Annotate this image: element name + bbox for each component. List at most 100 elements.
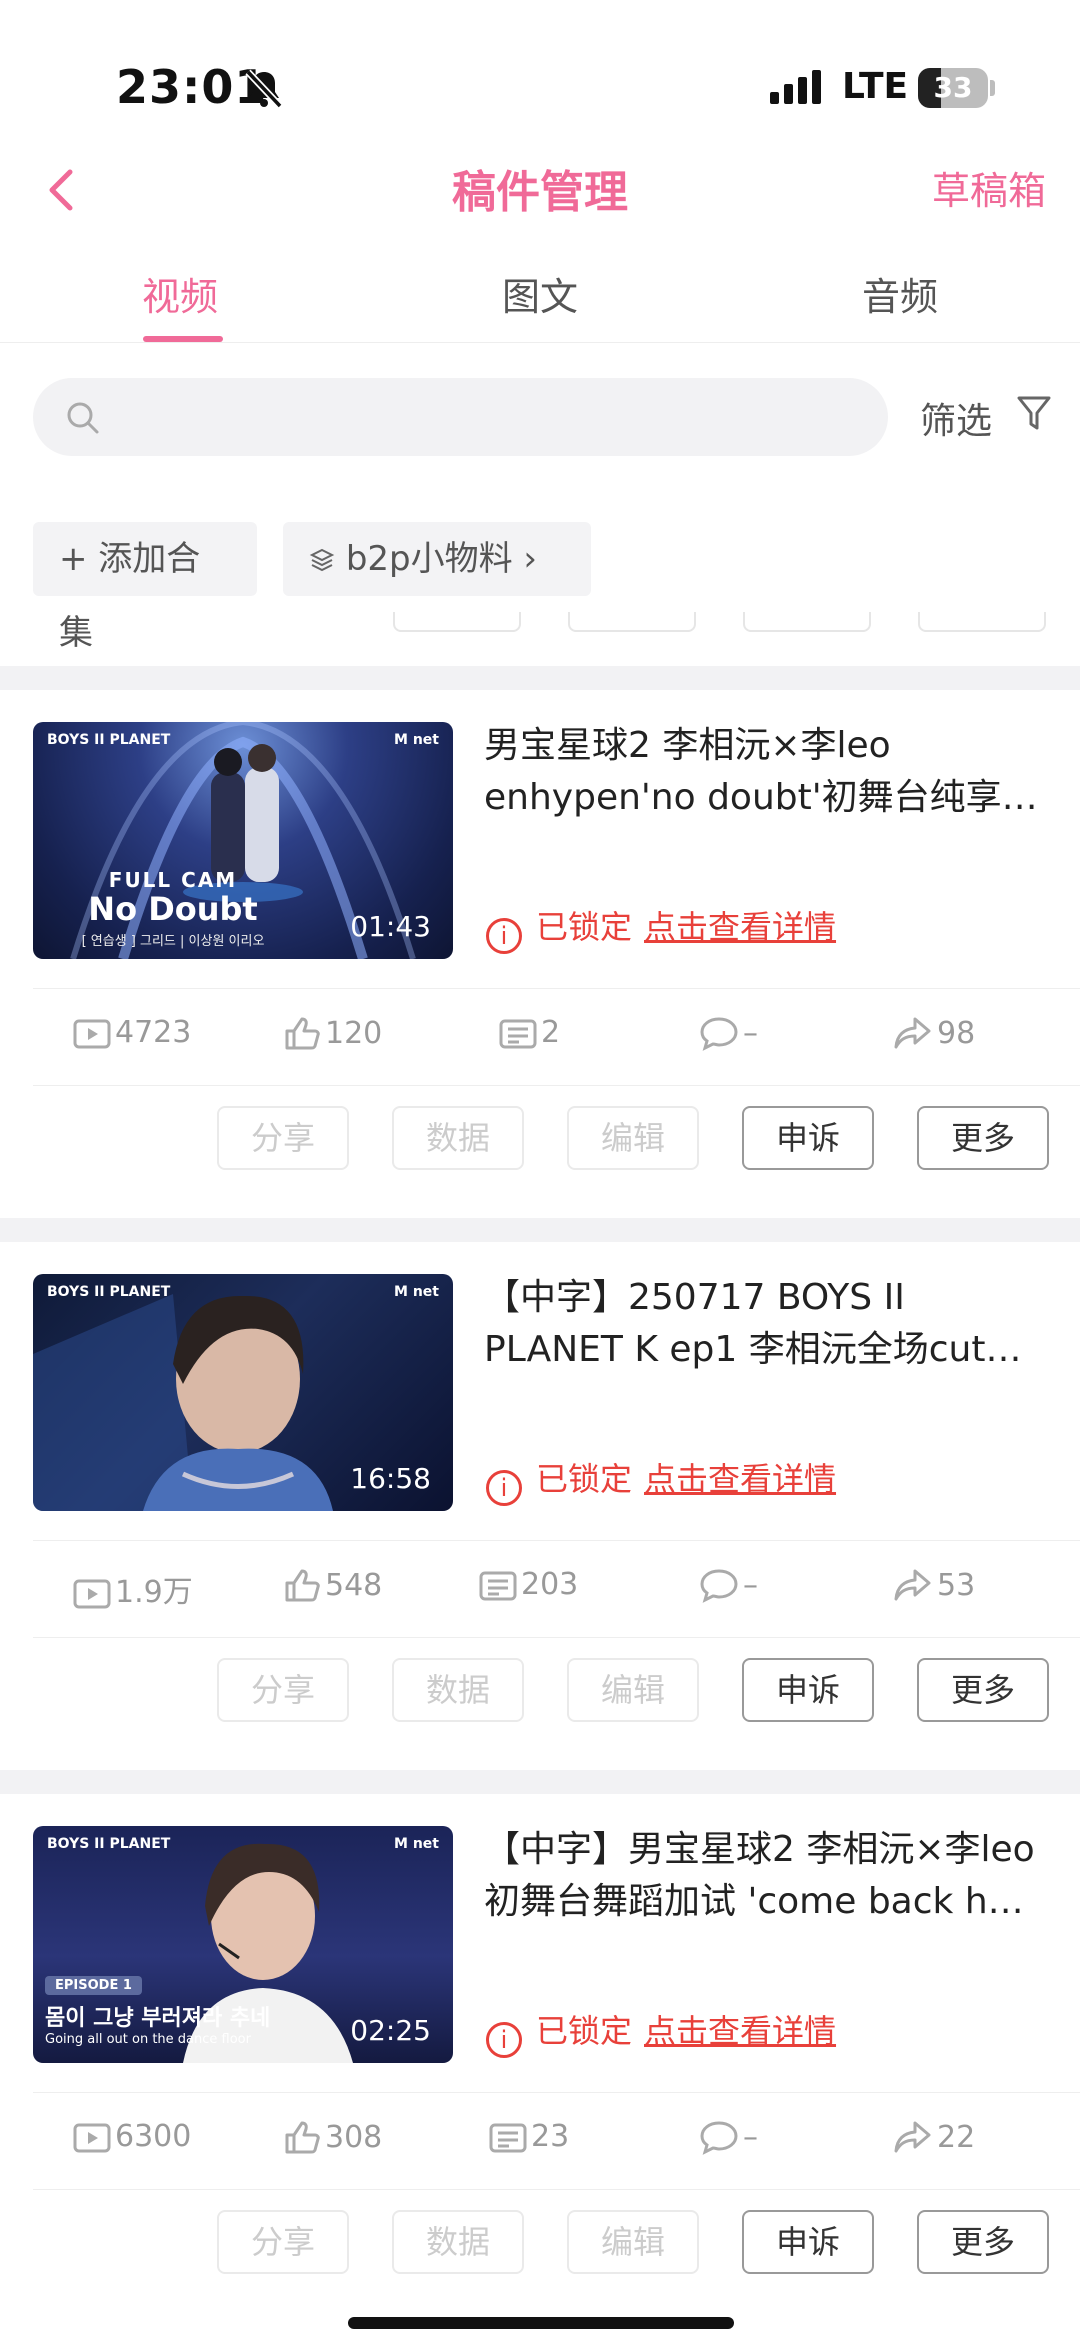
likes-stat: 120 (283, 1015, 382, 1051)
section-divider (0, 666, 1080, 690)
home-indicator[interactable] (348, 2317, 734, 2329)
shares-stat: 53 (893, 1567, 975, 1603)
shares-count: 98 (937, 1016, 976, 1051)
network-type: LTE (842, 66, 909, 107)
edit-button[interactable]: 编辑 (567, 1106, 699, 1170)
more-button[interactable]: 更多 (917, 1106, 1049, 1170)
play-icon (73, 1019, 111, 1049)
danmaku-count: – (743, 1568, 758, 1603)
thumbnail-brand-right: M net (394, 732, 439, 748)
more-button[interactable]: 更多 (917, 2210, 1049, 2274)
play-icon (73, 2123, 111, 2153)
plays-stat: 6300 (73, 2119, 191, 2154)
filter-label: 筛选 (920, 401, 993, 442)
comments-stat: 2 (499, 1015, 560, 1050)
search-icon (63, 398, 103, 442)
shares-stat: 22 (893, 2119, 975, 2155)
edit-button[interactable]: 编辑 (567, 2210, 699, 2274)
danmaku-count: – (743, 1016, 758, 1051)
video-actions: 分享 数据 编辑 申诉 更多 (0, 1106, 1080, 1186)
thumbnail-brand-right: M net (394, 1284, 439, 1300)
video-duration: 02:25 (350, 2014, 431, 2047)
comments-stat: 203 (479, 1567, 578, 1602)
tab-audio[interactable]: 音频 (800, 266, 1000, 321)
video-actions: 分享 数据 编辑 申诉 更多 (0, 1658, 1080, 1738)
share-arrow-icon (894, 2121, 931, 2153)
comment-list-icon (499, 1019, 537, 1049)
thumbnail-caption: 몸이 그냥 부러져라 추네 (45, 2006, 271, 2031)
locked-status: i 已锁定 点击查看详情 (486, 1454, 836, 1506)
appeal-button[interactable]: 申诉 (742, 1106, 874, 1170)
likes-stat: 308 (283, 2119, 382, 2155)
section-divider (0, 1218, 1080, 1242)
view-details-link[interactable]: 点击查看详情 (644, 1460, 836, 1498)
locked-status: i 已锁定 点击查看详情 (486, 902, 836, 954)
likes-stat: 548 (283, 1567, 382, 1603)
locked-label: 已锁定 (536, 1460, 633, 1498)
appeal-button[interactable]: 申诉 (742, 1658, 874, 1722)
video-title[interactable]: 男宝星球2 李相沅×李leo enhypen'no doubt'初舞台纯享… (484, 720, 1054, 824)
search-input[interactable] (33, 378, 888, 456)
plays-count: 1.9万 (115, 1575, 193, 1610)
info-icon: i (486, 1470, 522, 1506)
thumbs-up-icon (285, 2121, 320, 2154)
share-button[interactable]: 分享 (217, 1658, 349, 1722)
status-bar: 23:01 LTE 33 (0, 0, 1080, 140)
video-thumbnail[interactable]: BOYS II PLANET M net 16:58 (33, 1274, 453, 1511)
info-icon: i (486, 918, 522, 954)
battery-tip (990, 80, 995, 96)
play-icon (73, 1579, 111, 1609)
collection-chip[interactable]: b2p小物料 › (283, 522, 591, 596)
collection-label: b2p小物料 › (345, 539, 538, 579)
thumbnail-credit: [ 연습생 ] 그리드 | 이상원 이리오 (81, 934, 265, 949)
view-details-link[interactable]: 点击查看详情 (644, 2012, 836, 2050)
video-duration: 16:58 (350, 1462, 431, 1495)
video-thumbnail[interactable]: BOYS II PLANET M net FULL CAM No Doubt [… (33, 722, 453, 959)
tab-video[interactable]: 视频 (80, 266, 280, 321)
video-title[interactable]: 【中字】男宝星球2 李相沅×李leo 初舞台舞蹈加试 'come back h… (484, 1824, 1054, 1928)
thumbnail-brand-left: BOYS II PLANET (47, 1836, 171, 1852)
thumbnail-brand-right: M net (394, 1836, 439, 1852)
signal-icon (770, 70, 826, 110)
locked-label: 已锁定 (536, 2012, 633, 2050)
thumbs-up-icon (285, 1569, 320, 1602)
add-collection-button[interactable]: + 添加合集 (33, 522, 257, 653)
video-card[interactable]: BOYS II PLANET M net 16:58 【中字】250717 BO… (0, 1244, 1080, 1772)
share-button[interactable]: 分享 (217, 1106, 349, 1170)
appeal-button[interactable]: 申诉 (742, 2210, 874, 2274)
video-duration: 01:43 (350, 910, 431, 943)
video-card[interactable]: BOYS II PLANET M net EPISODE 1 몸이 그냥 부러져… (0, 1796, 1080, 2324)
share-button[interactable]: 分享 (217, 2210, 349, 2274)
chat-bubble-icon (700, 1569, 738, 1603)
edit-button[interactable]: 编辑 (567, 1658, 699, 1722)
data-button[interactable]: 数据 (392, 2210, 524, 2274)
shares-count: 53 (937, 1568, 976, 1603)
thumbs-up-icon (285, 1017, 320, 1050)
data-button[interactable]: 数据 (392, 1106, 524, 1170)
episode-badge: EPISODE 1 (45, 1976, 142, 1995)
thumbnail-subtitle: Going all out on the dance floor (45, 2032, 251, 2047)
drafts-button[interactable]: 草稿箱 (932, 160, 1046, 215)
more-button[interactable]: 更多 (917, 1658, 1049, 1722)
tab-image-text[interactable]: 图文 (440, 266, 640, 321)
info-icon: i (486, 2022, 522, 2058)
video-thumbnail[interactable]: BOYS II PLANET M net EPISODE 1 몸이 그냥 부러져… (33, 1826, 453, 2063)
video-card[interactable]: BOYS II PLANET M net FULL CAM No Doubt [… (0, 692, 1080, 1220)
comments-count: 23 (531, 2119, 570, 2154)
share-arrow-icon (894, 1569, 931, 1601)
active-tab-indicator (143, 336, 223, 342)
plays-count: 4723 (115, 1015, 192, 1050)
battery-level: 33 (933, 71, 973, 104)
view-details-link[interactable]: 点击查看详情 (644, 908, 836, 946)
danmaku-stat: – (699, 1567, 758, 1603)
shares-count: 22 (937, 2120, 976, 2155)
thumbnail-brand-left: BOYS II PLANET (47, 1284, 171, 1300)
bell-muted-icon (244, 68, 284, 114)
funnel-icon (1016, 394, 1052, 443)
data-button[interactable]: 数据 (392, 1658, 524, 1722)
video-title[interactable]: 【中字】250717 BOYS II PLANET K ep1 李相沅全场cut… (484, 1272, 1054, 1376)
thumbnail-caption: FULL CAM (108, 868, 238, 892)
comments-count: 2 (541, 1015, 561, 1050)
filter-button[interactable]: 筛选 (920, 392, 1051, 444)
chat-bubble-icon (700, 1017, 738, 1051)
